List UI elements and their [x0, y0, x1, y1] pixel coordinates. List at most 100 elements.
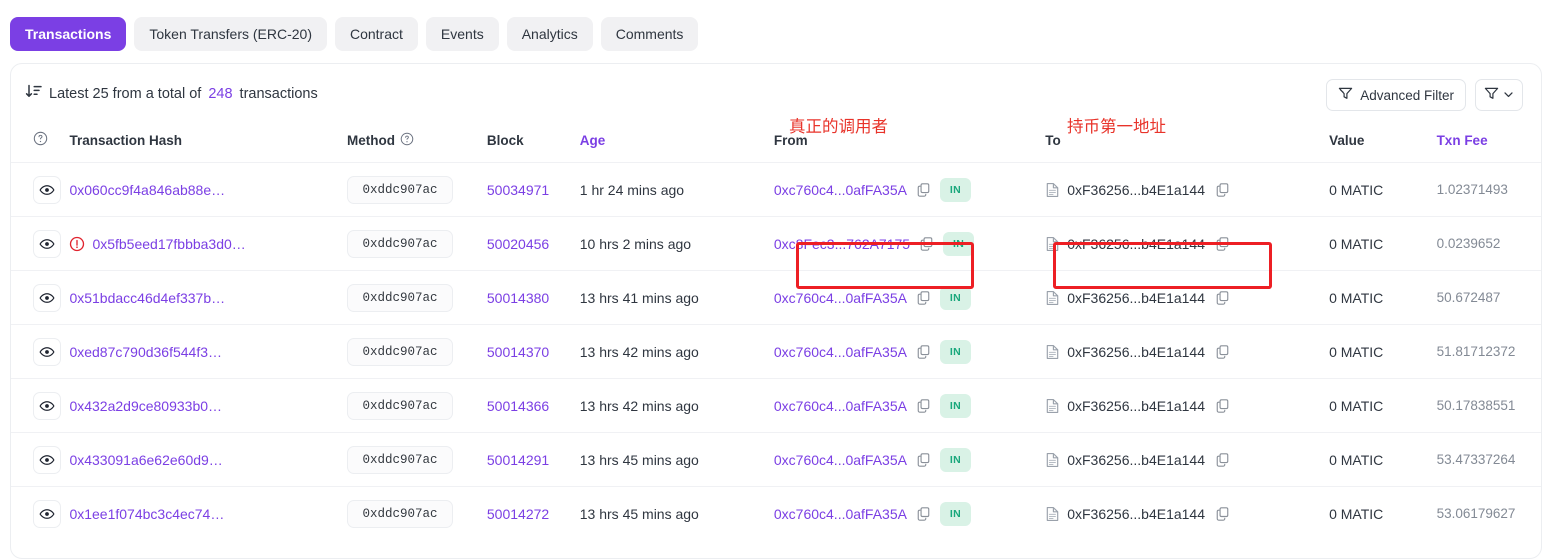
block-number-link[interactable]: 50034971 [487, 182, 549, 198]
summary-prefix: Latest 25 from a total of [49, 86, 201, 102]
method-badge[interactable]: 0xddc907ac [347, 392, 453, 420]
row-txn-fee-cell: 0.0239652 [1437, 217, 1541, 271]
column-header-transaction-hash[interactable]: Transaction Hash [69, 125, 347, 163]
copy-icon[interactable] [916, 398, 931, 413]
row-from-cell: 0xc760c4...0afFA35AIN [774, 379, 1045, 433]
table-row: 0x060cc9f4a846ab88e… 0xddc907ac 50034971 1 … [11, 163, 1541, 217]
column-header-value[interactable]: Value [1329, 125, 1436, 163]
block-number-link[interactable]: 50014272 [487, 506, 549, 522]
row-from-cell: 0xc760c4...0afFA35AIN [774, 163, 1045, 217]
from-address-link[interactable]: 0xc8Fec3...762A7175 [774, 236, 910, 252]
copy-icon[interactable] [916, 506, 931, 521]
transaction-hash-link[interactable]: 0x1ee1f074bc3c4ec74… [69, 506, 224, 522]
copy-icon[interactable] [916, 182, 931, 197]
filter-dropdown-button[interactable] [1475, 79, 1523, 111]
block-number-link[interactable]: 50014370 [487, 344, 549, 360]
column-header-txn-fee[interactable]: Txn Fee [1437, 125, 1541, 163]
chevron-down-icon [1503, 87, 1514, 103]
row-method-cell: 0xddc907ac [347, 217, 487, 271]
row-age-cell: 13 hrs 45 mins ago [580, 487, 774, 541]
row-hash-cell: 0xed87c790d36f544f3… [69, 325, 347, 379]
copy-icon[interactable] [916, 452, 931, 467]
preview-eye-button[interactable] [33, 500, 61, 528]
method-badge[interactable]: 0xddc907ac [347, 284, 453, 312]
copy-icon[interactable] [916, 344, 931, 359]
method-badge[interactable]: 0xddc907ac [347, 230, 453, 258]
transaction-hash-link[interactable]: 0x433091a6e62e60d9… [69, 452, 222, 468]
to-address-label[interactable]: 0xF36256...b4E1a144 [1067, 182, 1205, 198]
copy-icon[interactable] [919, 236, 934, 251]
from-address-link[interactable]: 0xc760c4...0afFA35A [774, 506, 907, 522]
row-value-cell: 0 MATIC [1329, 163, 1436, 217]
block-number-link[interactable]: 50020456 [487, 236, 549, 252]
to-address-label[interactable]: 0xF36256...b4E1a144 [1067, 398, 1205, 414]
annotation-to-note: 持币第一地址 [1067, 113, 1166, 137]
tab-analytics[interactable]: Analytics [507, 17, 593, 51]
to-address-label[interactable]: 0xF36256...b4E1a144 [1067, 506, 1205, 522]
table-header-row: Transaction Hash Method Block [11, 125, 1541, 163]
preview-eye-button[interactable] [33, 176, 61, 204]
copy-icon[interactable] [1215, 452, 1230, 467]
contract-document-icon [1045, 182, 1060, 198]
tab-transactions[interactable]: Transactions [10, 17, 126, 51]
copy-icon[interactable] [1215, 290, 1230, 305]
transaction-hash-link[interactable]: 0x432a2d9ce80933b0… [69, 398, 222, 414]
copy-icon[interactable] [1215, 236, 1230, 251]
column-header-method[interactable]: Method [347, 125, 487, 163]
question-circle-icon[interactable] [33, 134, 48, 149]
preview-eye-button[interactable] [33, 392, 61, 420]
transaction-hash-link[interactable]: 0x5fb5eed17fbbba3d0… [92, 236, 245, 252]
row-from-cell: 0xc8Fec3...762A7175IN [774, 217, 1045, 271]
from-address-link[interactable]: 0xc760c4...0afFA35A [774, 182, 907, 198]
to-address-label[interactable]: 0xF36256...b4E1a144 [1067, 290, 1205, 306]
from-address-link[interactable]: 0xc760c4...0afFA35A [774, 398, 907, 414]
copy-icon[interactable] [1215, 182, 1230, 197]
preview-eye-button[interactable] [33, 284, 61, 312]
to-address-label[interactable]: 0xF36256...b4E1a144 [1067, 236, 1205, 252]
table-row: 0x1ee1f074bc3c4ec74… 0xddc907ac 50014272 13… [11, 487, 1541, 541]
block-number-link[interactable]: 50014366 [487, 398, 549, 414]
question-circle-icon[interactable] [400, 132, 414, 149]
transaction-hash-link[interactable]: 0xed87c790d36f544f3… [69, 344, 222, 360]
copy-icon[interactable] [1215, 398, 1230, 413]
from-address-link[interactable]: 0xc760c4...0afFA35A [774, 452, 907, 468]
copy-icon[interactable] [1215, 344, 1230, 359]
summary-count[interactable]: 248 [208, 86, 232, 102]
row-eye-cell [11, 271, 69, 325]
from-address-link[interactable]: 0xc760c4...0afFA35A [774, 344, 907, 360]
table-row: 0x51bdacc46d4ef337b…0xddc907ac5001438013… [11, 271, 1541, 325]
to-address-label[interactable]: 0xF36256...b4E1a144 [1067, 452, 1205, 468]
row-to-cell: 0xF36256...b4E1a144 [1045, 487, 1329, 541]
preview-eye-button[interactable] [33, 338, 61, 366]
copy-icon[interactable] [1215, 506, 1230, 521]
from-address-link[interactable]: 0xc760c4...0afFA35A [774, 290, 907, 306]
column-header-age[interactable]: Age [580, 125, 774, 163]
preview-eye-button[interactable] [33, 446, 61, 474]
method-badge[interactable]: 0xddc907ac [347, 500, 453, 528]
transaction-hash-link[interactable]: 0x51bdacc46d4ef337b… [69, 290, 225, 306]
row-method-cell: 0xddc907ac [347, 433, 487, 487]
block-number-link[interactable]: 50014380 [487, 290, 549, 306]
to-address-label[interactable]: 0xF36256...b4E1a144 [1067, 344, 1205, 360]
preview-eye-button[interactable] [33, 230, 61, 258]
row-hash-cell: 0x5fb5eed17fbbba3d0… [69, 217, 347, 271]
tab-events[interactable]: Events [426, 17, 499, 51]
row-block-cell: 50014366 [487, 379, 580, 433]
block-number-link[interactable]: 50014291 [487, 452, 549, 468]
method-badge[interactable]: 0xddc907ac [347, 446, 453, 474]
row-txn-fee-cell: 50.672487 [1437, 271, 1541, 325]
direction-badge: IN [940, 286, 971, 310]
column-header-block[interactable]: Block [487, 125, 580, 163]
method-badge[interactable]: 0xddc907ac [347, 176, 453, 204]
row-value-cell: 0 MATIC [1329, 325, 1436, 379]
copy-icon[interactable] [916, 290, 931, 305]
tab-contract[interactable]: Contract [335, 17, 418, 51]
transaction-hash-link[interactable]: 0x060cc9f4a846ab88e… [69, 182, 225, 198]
funnel-icon [1338, 86, 1353, 104]
tab-comments[interactable]: Comments [601, 17, 699, 51]
row-age-cell: 13 hrs 42 mins ago [580, 379, 774, 433]
tab-token-transfers-erc-20[interactable]: Token Transfers (ERC-20) [134, 17, 327, 51]
advanced-filter-button[interactable]: Advanced Filter [1326, 79, 1466, 111]
row-age-cell: 1 hr 24 mins ago [580, 163, 774, 217]
method-badge[interactable]: 0xddc907ac [347, 338, 453, 366]
